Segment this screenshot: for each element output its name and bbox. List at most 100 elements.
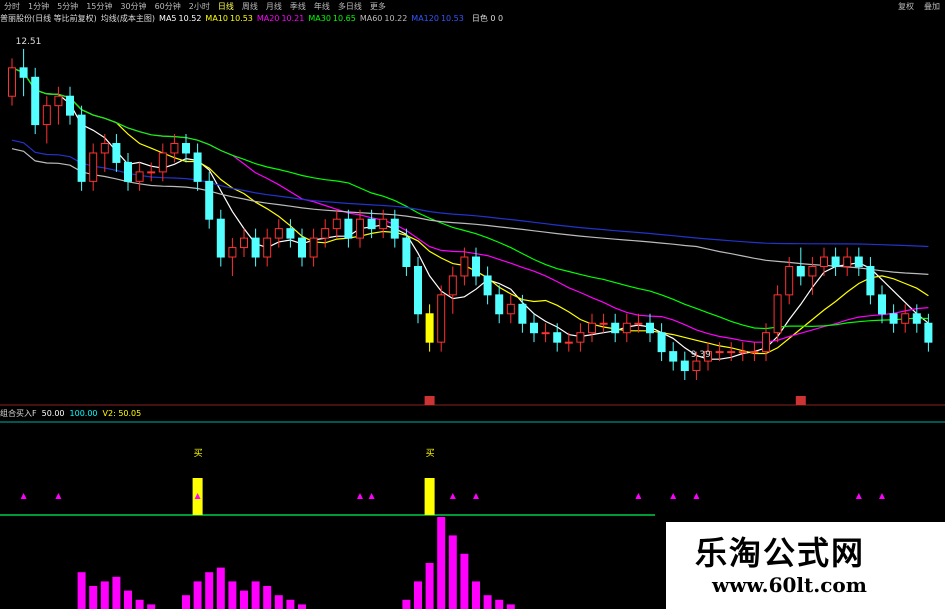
signal-bar [424,478,435,515]
ma-label-ma120: MA120 [411,13,439,23]
candle-body [866,265,875,296]
triangle-marker [670,493,677,499]
lower-value-2: 100.00 [69,408,98,418]
period-tab-13[interactable]: 更多 [366,1,390,12]
candle-body [379,218,388,230]
candle-body [124,161,132,182]
period-tab-1[interactable]: 1分钟 [24,1,53,12]
triangle-marker [55,493,62,499]
ma-line-10 [11,67,929,355]
period-tab-8[interactable]: 周线 [238,1,262,12]
lower-value-1: 50.00 [41,408,65,418]
ma-line-120 [11,139,929,248]
candle-body [251,237,260,258]
period-tab-5[interactable]: 60分钟 [151,1,185,12]
candle-body [112,143,121,163]
ma-value-ma60: 10.22 [384,13,408,23]
volume-bar [205,572,214,609]
signal-label: 买 [194,448,203,459]
lower-value-3: V2: 50.05 [102,408,142,418]
candle-body [31,76,40,126]
volume-bar [298,604,306,609]
period-tab-12[interactable]: 多日线 [334,1,366,12]
triangle-marker [693,493,700,499]
candle-body [147,171,156,174]
candle-body [541,332,550,335]
volume-bar [460,553,469,609]
main-chart-info: 普丽股份(日线 等比前复权) 均线(成本主图) MA5 10.52 MA10 10.5… [0,12,945,24]
candle-body [286,228,295,239]
period-tab-2[interactable]: 5分钟 [53,1,82,12]
volume-bar [448,535,457,609]
candle-body [912,313,921,324]
candle-body [460,256,469,277]
candle-body [715,351,724,354]
toolbar-right-btn-1[interactable]: 叠加 [919,2,945,11]
volume-bar [286,599,295,609]
triangle-marker [449,493,456,499]
triangle-marker [635,493,642,499]
candle-body [553,332,562,343]
candle-body [727,351,736,354]
volume-bar [240,590,248,609]
candle-body [298,237,306,258]
toolbar-right: 复权 叠加 [893,1,945,12]
volume-bar [251,581,260,609]
lower-indicator-name: 组合买入F [0,408,37,418]
candle-body [785,265,794,296]
candle-body [448,275,457,296]
candle-body [77,114,86,182]
volume-bar [263,586,272,609]
candle-body [657,332,666,353]
candle-body [808,265,817,277]
candle-body [19,67,28,78]
candle-body [634,322,643,325]
candle-body [773,294,782,334]
candle-body [135,171,144,182]
candle-body [344,218,353,239]
stock-name: 普丽股份(日线 等比前复权) [0,13,97,23]
watermark-url: www.60lt.com [712,573,867,597]
period-tab-11[interactable]: 年线 [310,1,334,12]
volume-bar [147,604,156,609]
candle-body [680,360,689,372]
period-tab-0[interactable]: 分时 [0,1,24,12]
candle-body [425,313,434,343]
candle-body [611,322,620,334]
candle-body [762,332,770,353]
candle-body [483,275,492,296]
ma-value-ma20: 10.21 [281,13,305,23]
candle-body [738,351,747,354]
kline-chart[interactable]: 12.51 9.39 买 买 [0,0,945,609]
period-tab-6[interactable]: 2小时 [185,1,214,12]
candle-body [263,237,272,258]
candle-body [518,303,527,324]
period-tab-9[interactable]: 月线 [262,1,286,12]
volume-bar [135,599,144,609]
toolbar-right-btn-0[interactable]: 复权 [893,2,919,11]
candle-body [530,322,538,334]
candle-body [42,105,51,126]
volume-bar [77,572,86,609]
volume-bar [472,581,480,609]
volume-bar [228,581,237,609]
period-tab-10[interactable]: 季线 [286,1,310,12]
candle-body [495,294,504,315]
candle-body [89,152,98,182]
volume-bar [437,517,446,609]
ma-label-ma20: MA20 [256,13,280,23]
period-tab-7[interactable]: 日线 [214,1,238,12]
candle-body [646,322,654,334]
candle-body [193,152,202,182]
candle-body [622,322,631,334]
ma-line-20 [11,67,929,343]
period-tab-4[interactable]: 30分钟 [116,1,150,12]
candle-body [182,143,190,154]
candle-body [205,180,214,220]
period-tab-3[interactable]: 15分钟 [82,1,116,12]
ma-line-5 [11,67,929,360]
candle-body [54,95,63,107]
candle-body [564,341,573,344]
candle-body [66,95,74,116]
ma-values: MA5 10.52 MA10 10.53 MA20 10.21 MA30 10.65 MA60 1… [159,14,472,23]
